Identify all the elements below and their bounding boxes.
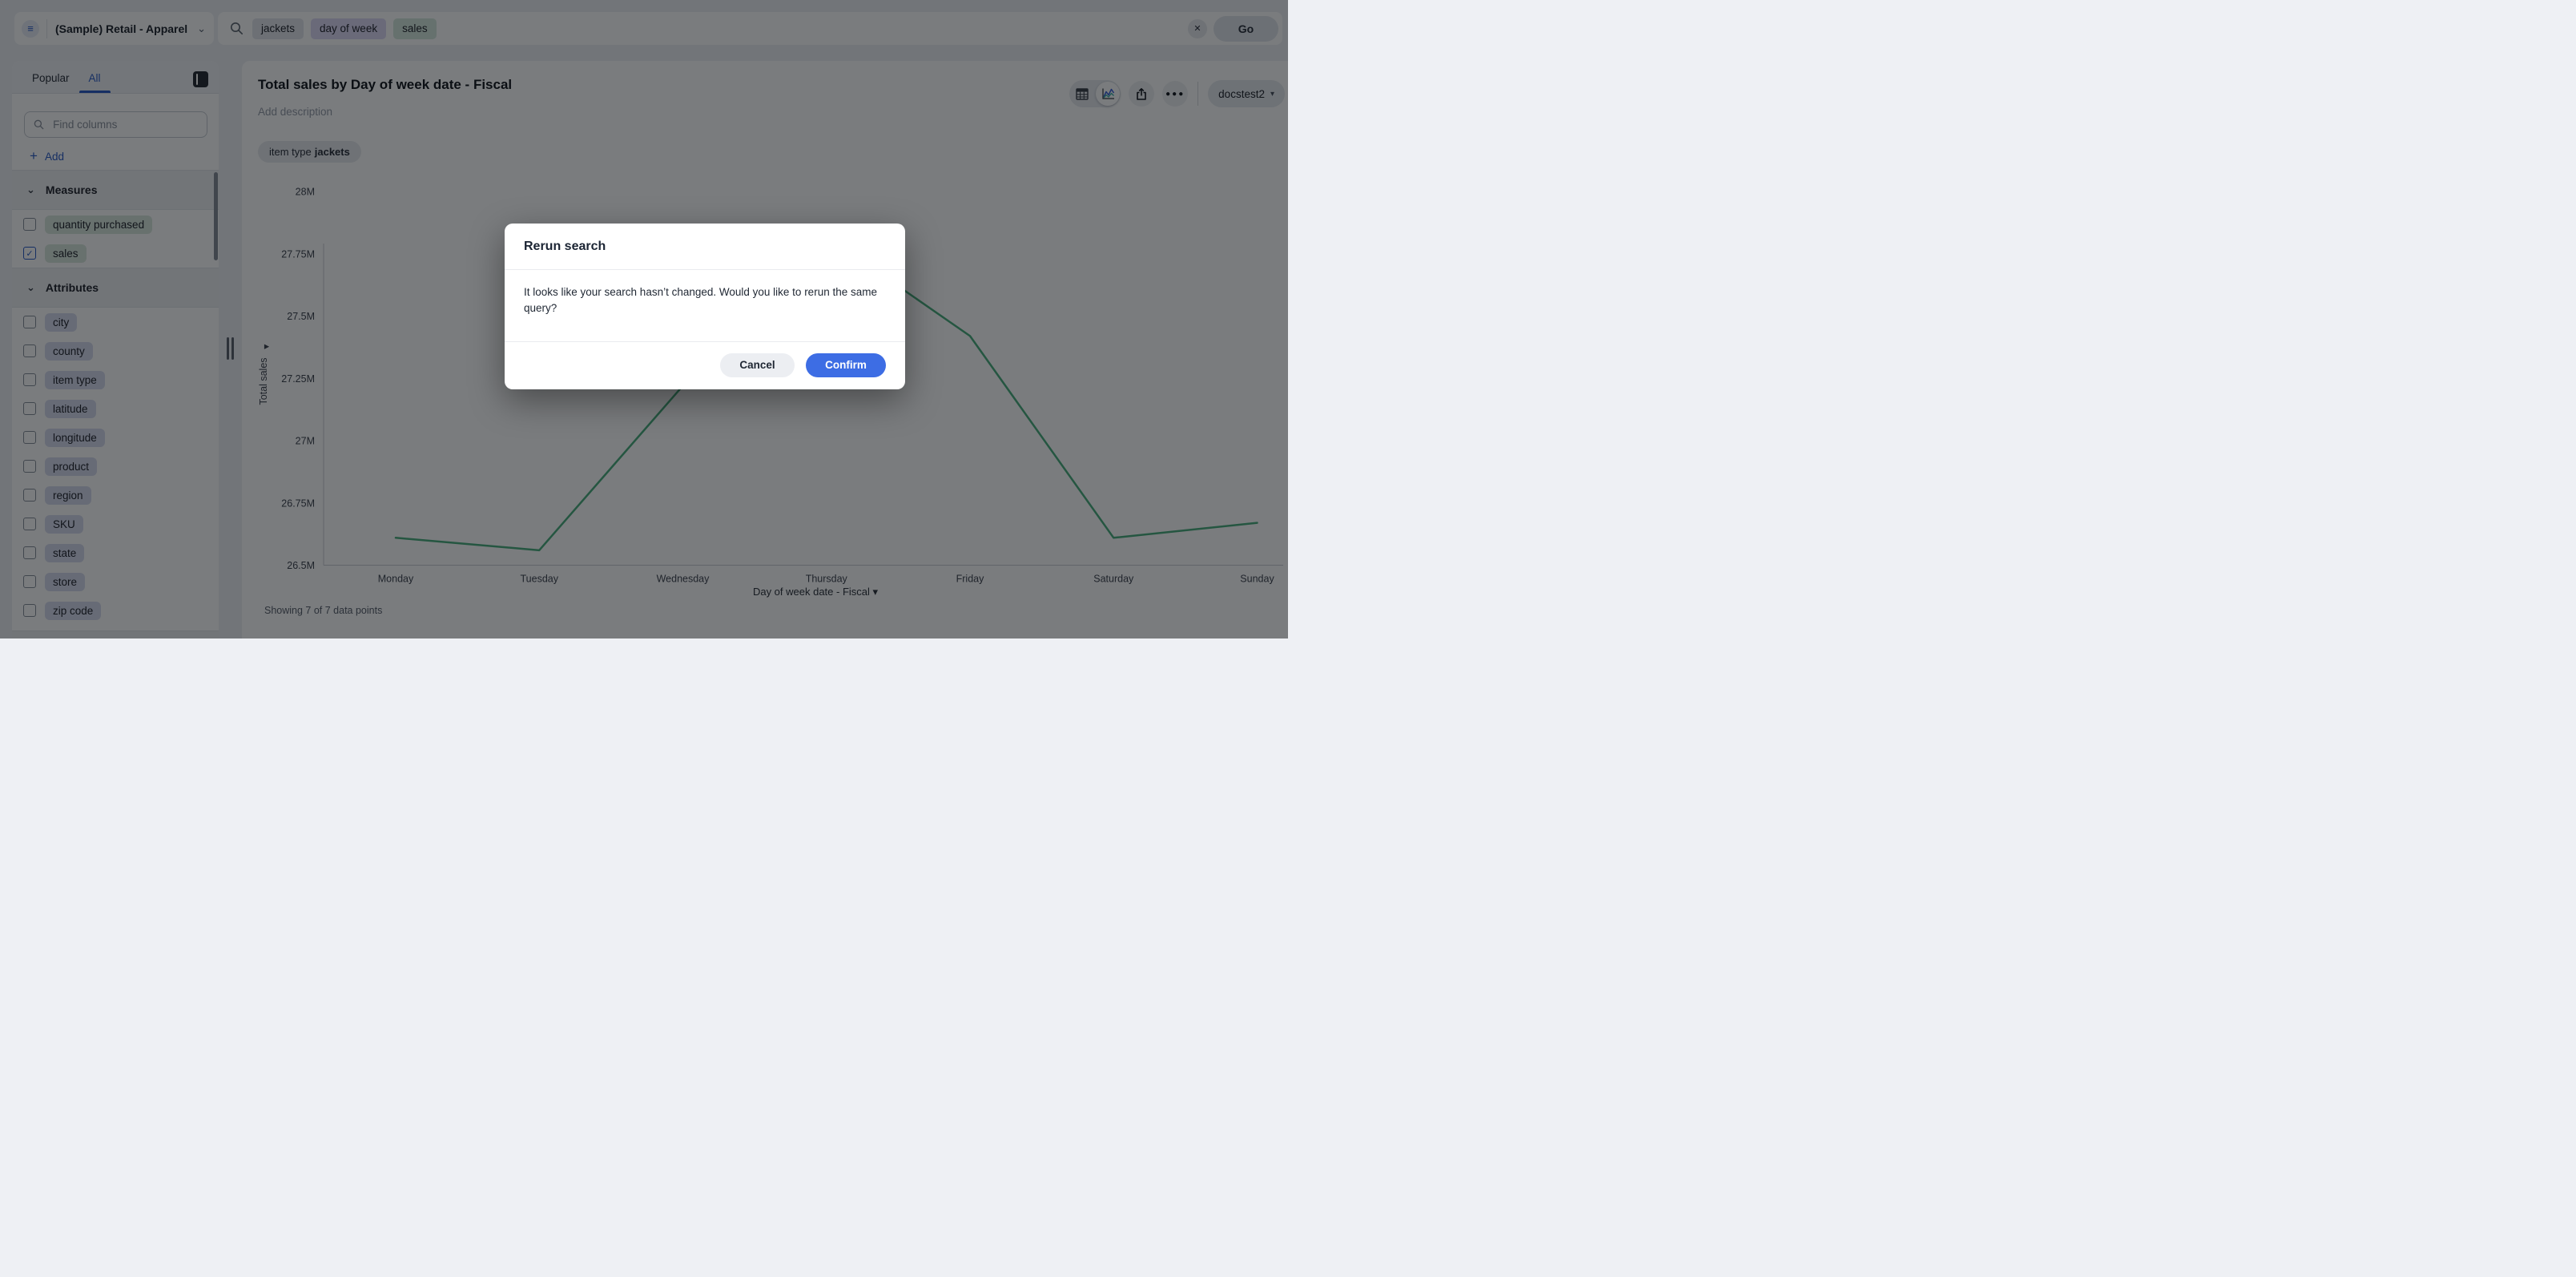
- dialog-body: It looks like your search hasn’t changed…: [505, 270, 905, 342]
- dialog-title: Rerun search: [505, 224, 905, 270]
- confirm-button[interactable]: Confirm: [806, 352, 886, 377]
- dialog-footer: Cancel Confirm: [505, 342, 905, 388]
- rerun-dialog: Rerun search It looks like your search h…: [505, 224, 905, 389]
- app: ≡ (Sample) Retail - Apparel ⌄ jacketsday…: [0, 0, 1288, 638]
- cancel-button[interactable]: Cancel: [720, 352, 795, 377]
